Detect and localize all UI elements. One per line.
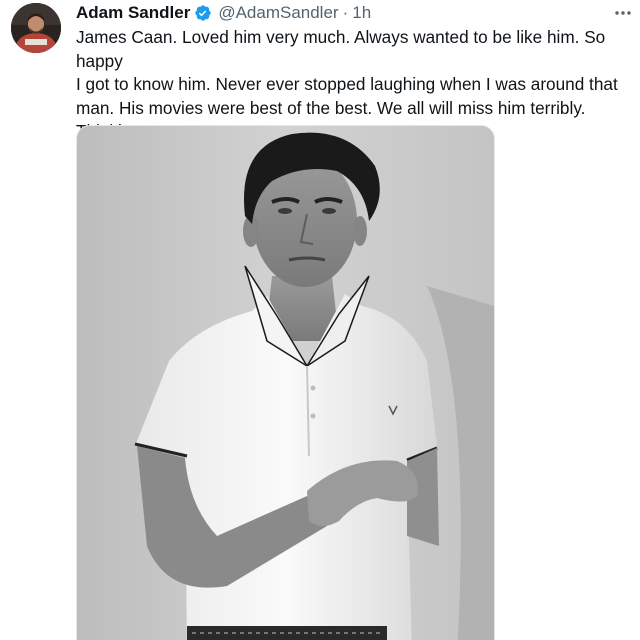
more-options-icon[interactable] — [612, 4, 634, 22]
author-display-name[interactable]: Adam Sandler — [76, 2, 190, 24]
tweet-timestamp[interactable]: 1h — [352, 2, 371, 24]
tweet-photo[interactable] — [76, 125, 495, 640]
avatar-image — [11, 3, 61, 53]
tweet[interactable]: Adam Sandler @AdamSandler · 1h James Caa… — [0, 0, 640, 640]
portrait-photo — [77, 126, 494, 640]
author-handle[interactable]: @AdamSandler — [218, 2, 338, 24]
header-separator: · — [342, 3, 349, 22]
author-avatar[interactable] — [11, 3, 61, 53]
tweet-header: Adam Sandler @AdamSandler · 1h — [76, 0, 632, 26]
verified-badge-icon — [194, 4, 212, 22]
